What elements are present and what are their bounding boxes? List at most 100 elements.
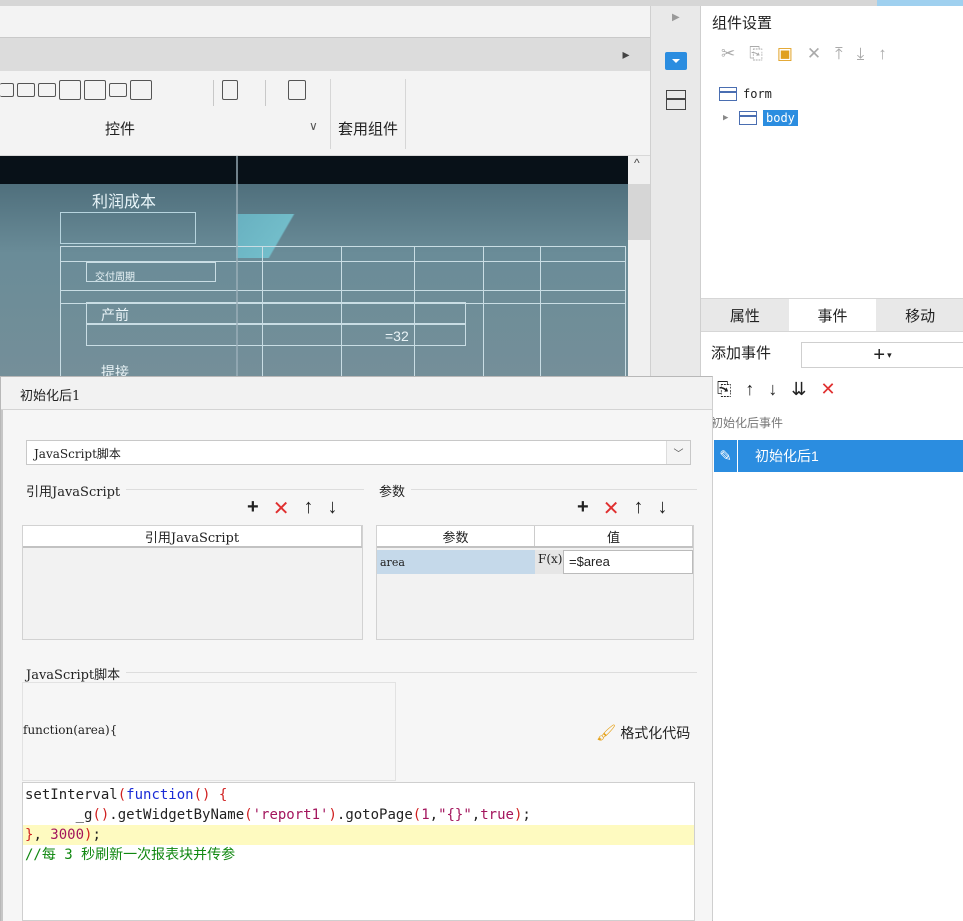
edit-pencil-icon[interactable]: ✎ — [714, 440, 738, 472]
move-down-icon[interactable]: ↓ — [768, 379, 777, 400]
designer-header — [0, 37, 650, 71]
delete-icon[interactable]: ✕ — [807, 44, 821, 64]
param-col-header: 参数 — [377, 526, 535, 546]
widget-toolbar: 控件 ∨ 套用组件 — [0, 71, 650, 156]
textfield-widget-icon[interactable] — [0, 83, 14, 97]
code-editor[interactable]: setInterval(function() { _g().getWidgetB… — [22, 782, 695, 921]
dialog-title: 初始化后1 — [1, 377, 712, 410]
copy-event-icon[interactable]: ⎘ — [717, 379, 731, 400]
cut-icon[interactable]: ✂ — [721, 44, 735, 64]
date-widget-icon[interactable] — [59, 80, 81, 100]
panel-toolbar: ✂ ⎘ ▣ ✕ ⤒ ⤓ ↑ — [721, 44, 887, 64]
formula-icon[interactable]: F(x) — [535, 550, 563, 574]
report-col — [540, 246, 626, 376]
brush-icon: 🖌 — [596, 725, 617, 742]
panel-title: 组件设置 — [712, 15, 773, 32]
copy-icon[interactable]: ⎘ — [749, 44, 763, 64]
select-value: JavaScript脚本 — [34, 447, 121, 461]
params-table[interactable]: 参数 值 area F(x) =$area — [376, 525, 694, 640]
pin-icon[interactable]: ▸ — [616, 44, 636, 64]
move-up-icon[interactable]: ↑ — [303, 496, 313, 521]
code-comment: //每 3 秒刷新一次报表块并传参 — [25, 847, 236, 863]
canvas-guide-line — [236, 156, 238, 376]
dropdown-arrow-icon: ▾ — [887, 349, 892, 360]
ref-js-header: 引用JavaScript — [23, 526, 362, 548]
move-top-icon[interactable]: ⤒ — [835, 44, 843, 64]
paste-icon[interactable]: ▣ — [777, 44, 793, 64]
side-dock: ▶ — [650, 6, 700, 376]
canvas-dashboard: 利润成本 交付周期 产前 =32 提接 — [0, 184, 628, 376]
move-down-icon[interactable]: ↓ — [327, 496, 337, 521]
toolbar-divider — [405, 79, 406, 149]
ref-js-group-title: 引用JavaScript — [26, 481, 127, 500]
toolbar-divider — [330, 79, 331, 149]
event-actions: ⎘ ↑ ↓ ⇊ ✕ — [717, 379, 836, 400]
params-group-title: 参数 — [379, 481, 412, 500]
delete-event-icon[interactable]: ✕ — [821, 379, 836, 400]
group-divider — [26, 672, 697, 673]
combo-widget-icon[interactable] — [38, 83, 56, 97]
group-divider — [379, 489, 697, 490]
number-widget-icon[interactable] — [109, 83, 127, 97]
scroll-thumb[interactable] — [628, 184, 650, 240]
textarea-widget-icon[interactable] — [130, 80, 152, 100]
tree-node-body[interactable]: ▶ body — [719, 106, 798, 130]
move-bottom-icon[interactable]: ⇊ — [791, 379, 806, 400]
move-down-icon[interactable]: ↓ — [657, 496, 667, 521]
ref-js-col-header: 引用JavaScript — [23, 526, 362, 546]
body-icon — [739, 111, 757, 125]
event-item-label: 初始化后1 — [755, 448, 819, 464]
radio-group-widget-icon[interactable] — [155, 80, 177, 100]
add-icon[interactable]: + — [577, 496, 589, 521]
chevron-down-icon[interactable]: ﹀ — [666, 441, 690, 464]
param-row[interactable]: area F(x) =$area — [377, 550, 693, 574]
tree-node-form[interactable]: form — [719, 82, 798, 106]
button-widget-icon[interactable] — [17, 83, 35, 97]
param-name[interactable]: area — [377, 550, 535, 574]
delete-icon[interactable]: ✕ — [273, 496, 290, 521]
widget-icons — [0, 80, 309, 106]
checkbox-group-widget-icon[interactable] — [180, 80, 202, 100]
file-widget-icon[interactable] — [222, 80, 238, 100]
code-line: _g().getWidgetByName('report1').gotoPage… — [25, 807, 531, 823]
tab-properties[interactable]: 属性 — [701, 299, 789, 331]
delete-icon[interactable]: ✕ — [603, 496, 620, 521]
component-template-icon[interactable] — [288, 80, 306, 100]
canvas-title: 利润成本 — [92, 194, 157, 211]
partial-label: 提接 — [101, 364, 129, 376]
param-value[interactable]: =$area — [563, 550, 693, 574]
add-event-label: 添加事件 — [711, 345, 772, 362]
components-group-label: 套用组件 — [338, 121, 399, 138]
canvas-scrollbar[interactable]: ^ — [628, 156, 650, 376]
toolbar-separator — [265, 80, 266, 106]
chevron-down-icon[interactable]: ∨ — [309, 119, 318, 133]
collapse-arrow-icon[interactable]: ▶ — [672, 12, 680, 23]
move-up-icon[interactable]: ↑ — [633, 496, 643, 521]
prenatal-label: 产前 — [101, 307, 129, 323]
code-line-highlighted: }, 3000); — [23, 825, 694, 845]
script-type-select[interactable]: JavaScript脚本 ﹀ — [26, 440, 691, 465]
move-up-icon[interactable]: ↑ — [878, 44, 887, 64]
component-library-dock-icon[interactable] — [666, 90, 686, 110]
event-list-item[interactable]: ✎ 初始化后1 — [714, 440, 963, 472]
move-bottom-icon[interactable]: ⤓ — [857, 44, 865, 64]
code-line: setInterval(function() { — [25, 787, 228, 803]
dialog-edge — [1, 410, 3, 921]
format-code-button[interactable]: 🖌 格式化代码 — [596, 723, 690, 743]
value-label: =32 — [385, 328, 409, 344]
design-canvas[interactable]: 利润成本 交付周期 产前 =32 提接 ^ — [0, 156, 650, 376]
tab-mobile[interactable]: 移动 — [876, 299, 963, 331]
move-up-icon[interactable]: ↑ — [745, 379, 754, 400]
tab-events[interactable]: 事件 — [788, 299, 877, 331]
expand-arrow-icon[interactable]: ▶ — [723, 113, 739, 123]
widget-settings-dock-icon[interactable] — [665, 52, 687, 70]
title-box — [60, 212, 196, 244]
calendar-widget-icon[interactable] — [84, 80, 106, 100]
scroll-up-icon[interactable]: ^ — [634, 156, 640, 170]
ref-js-table[interactable]: 引用JavaScript — [22, 525, 363, 640]
add-event-button[interactable]: + ▾ — [801, 342, 963, 368]
value-col-header: 值 — [535, 526, 693, 546]
add-icon[interactable]: + — [247, 496, 259, 521]
toolbar-separator — [213, 80, 214, 106]
event-editor-dialog: 初始化后1 JavaScript脚本 ﹀ 引用JavaScript + ✕ ↑ … — [0, 376, 713, 921]
